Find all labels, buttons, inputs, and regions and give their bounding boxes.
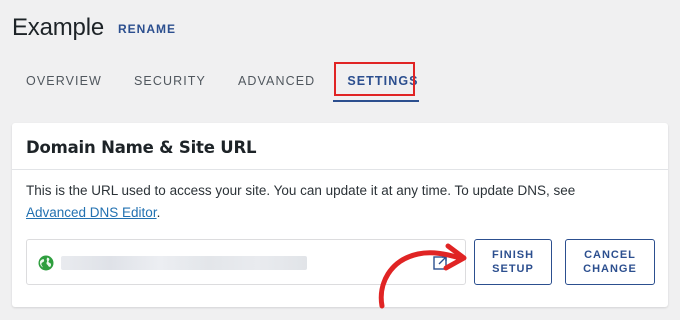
finish-setup-label-line2: SETUP: [492, 263, 534, 275]
finish-setup-label-line1: FINISH: [491, 249, 535, 261]
settings-page: Example RENAME OVERVIEW SECURITY ADVANCE…: [0, 0, 680, 320]
open-external-icon[interactable]: [433, 255, 448, 270]
finish-setup-label: FINISH SETUP: [492, 248, 534, 276]
cancel-change-label: CANCEL CHANGE: [583, 248, 637, 276]
tab-bar: OVERVIEW SECURITY ADVANCED SETTINGS: [12, 62, 421, 102]
site-url-value-blurred: [61, 256, 307, 270]
card-divider: [12, 169, 668, 170]
site-title: Example: [12, 14, 104, 41]
advanced-dns-editor-link[interactable]: Advanced DNS Editor: [26, 205, 157, 220]
description-text: This is the URL used to access your site…: [26, 183, 576, 198]
tab-settings[interactable]: SETTINGS: [333, 62, 420, 102]
page-header: Example RENAME: [12, 14, 176, 42]
rename-link[interactable]: RENAME: [118, 22, 176, 36]
tab-advanced[interactable]: ADVANCED: [236, 62, 317, 100]
domain-settings-card: Domain Name & Site URL This is the URL u…: [12, 123, 668, 307]
tab-security[interactable]: SECURITY: [132, 62, 208, 100]
cancel-change-label-line1: CANCEL: [584, 249, 636, 261]
description-period: .: [156, 205, 161, 220]
site-url-field[interactable]: [26, 239, 466, 285]
cancel-change-button[interactable]: CANCEL CHANGE: [565, 239, 655, 285]
card-title: Domain Name & Site URL: [26, 138, 257, 157]
finish-setup-button[interactable]: FINISH SETUP: [474, 239, 552, 285]
globe-icon: [38, 255, 54, 271]
tab-overview[interactable]: OVERVIEW: [24, 62, 104, 100]
active-tab-underline: [333, 100, 420, 102]
annotation-highlight-box: [334, 62, 416, 96]
cancel-change-label-line2: CHANGE: [583, 263, 637, 275]
card-description: This is the URL used to access your site…: [26, 180, 646, 224]
